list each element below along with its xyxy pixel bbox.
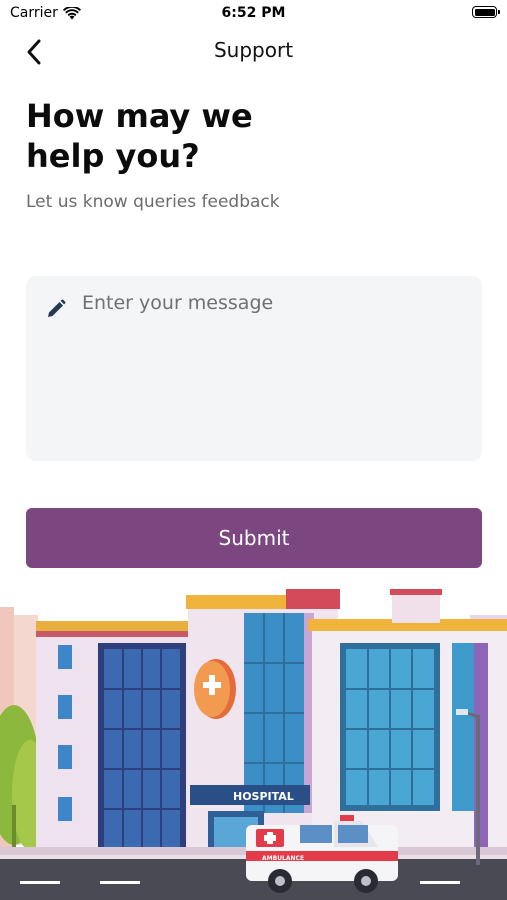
message-input[interactable] [82, 292, 462, 442]
message-field[interactable] [26, 276, 482, 461]
submit-button[interactable]: Submit [26, 508, 482, 568]
navigation-bar: Support [0, 30, 507, 74]
hospital-sign: HOSPITAL [233, 790, 294, 803]
pencil-icon [48, 299, 66, 317]
hospital-illustration: HOSPITAL AMBULANCE [0, 585, 507, 900]
page-title: Support [213, 38, 294, 62]
support-screen: Carrier 6:52 PM Support How may we help … [0, 0, 507, 900]
help-subheading: Let us know queries feedback [26, 192, 280, 212]
battery-level [474, 8, 495, 16]
help-heading: How may we help you? [26, 97, 253, 175]
clock: 6:52 PM [221, 5, 286, 21]
status-bar: Carrier 6:52 PM [0, 0, 507, 28]
ambulance-label: AMBULANCE [262, 855, 304, 862]
battery-icon [472, 6, 500, 18]
